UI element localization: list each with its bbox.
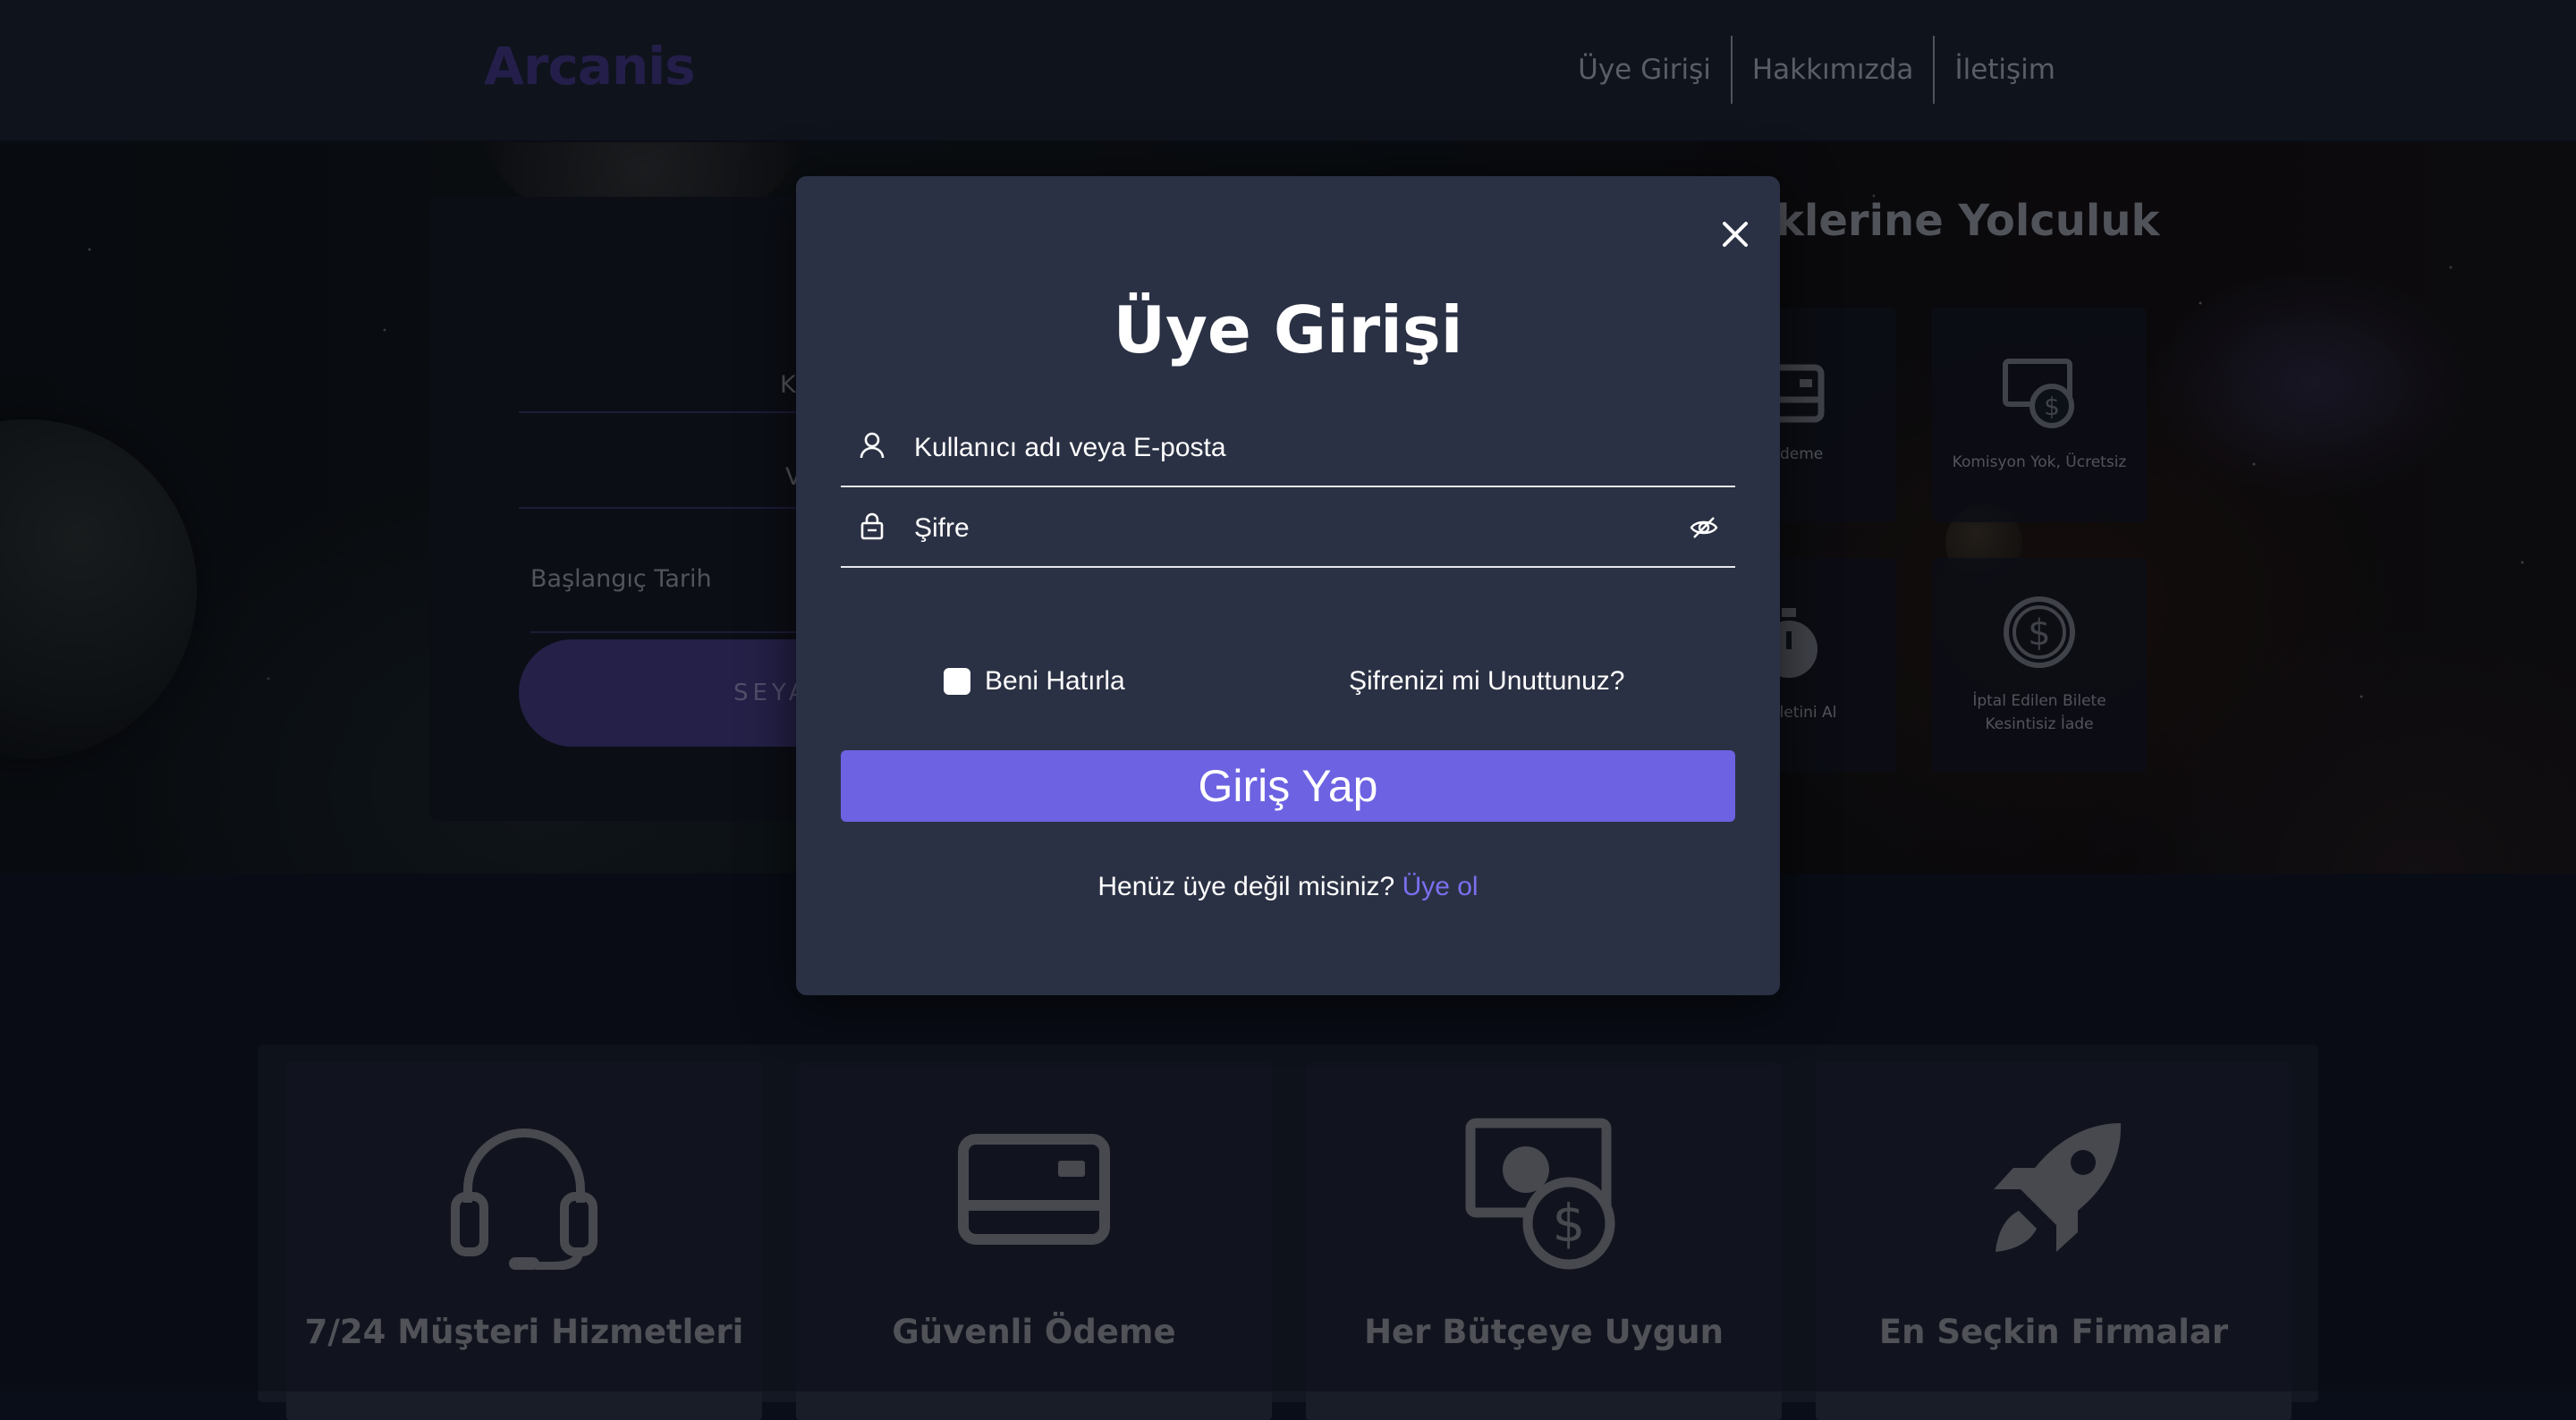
signup-row: Henüz üye değil misiniz? Üye ol <box>796 872 1780 902</box>
remember-label: Beni Hatırla <box>985 666 1125 696</box>
password-input[interactable] <box>912 507 1631 550</box>
forgot-password-link[interactable]: Şifrenizi mi Unuttunuz? <box>1349 666 1624 697</box>
close-button[interactable] <box>1713 212 1758 257</box>
username-input[interactable] <box>912 427 1631 469</box>
login-modal: Üye Girişi Beni Hatırla Şifrenizi mi Unu… <box>796 176 1780 995</box>
lock-icon <box>860 512 884 540</box>
signup-link[interactable]: Üye ol <box>1402 872 1479 901</box>
login-button[interactable]: Giriş Yap <box>841 750 1735 822</box>
password-field <box>841 491 1735 568</box>
remember-checkbox[interactable] <box>944 668 970 695</box>
modal-title: Üye Girişi <box>1113 292 1463 368</box>
remember-me[interactable]: Beni Hatırla <box>944 666 1125 697</box>
close-icon <box>1723 222 1748 247</box>
username-field <box>841 410 1735 487</box>
signup-prompt: Henüz üye değil misiniz? <box>1097 872 1402 901</box>
eye-slash-icon[interactable] <box>1689 512 1719 543</box>
user-icon <box>860 432 885 459</box>
